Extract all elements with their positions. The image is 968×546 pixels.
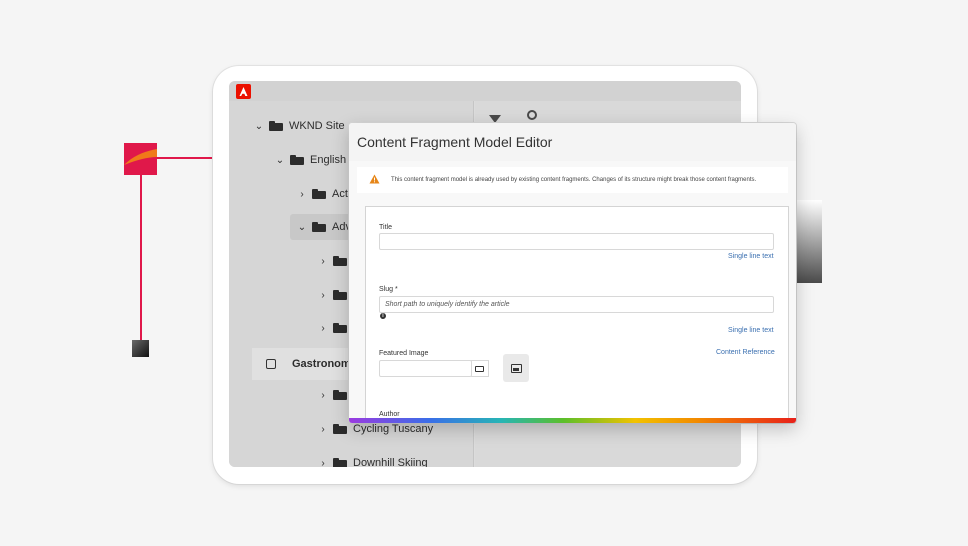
chevron-down-icon[interactable]: ⌄ [296,222,308,233]
chevron-right-icon[interactable]: › [317,256,329,267]
slug-input[interactable]: Short path to uniquely identify the arti… [379,296,774,313]
tree-item-label: Downhill Skiing [353,457,428,467]
tree-item-label: Cycling Tuscany [353,423,434,435]
folder-icon [312,189,326,199]
featured-image-label: Featured Image [379,350,429,357]
folder-icon [290,155,304,165]
info-icon[interactable]: i [380,313,386,319]
tree-item[interactable]: › [317,282,353,308]
title-field-type[interactable]: Single line text [728,253,774,260]
top-bar [229,81,741,101]
black-accent-square [132,340,149,357]
folder-icon [333,424,347,434]
tree-item-wknd-site[interactable]: ⌄ WKND Site [253,113,345,139]
tree-item-activities[interactable]: › Acti [296,181,350,207]
content-fragment-model-editor: Content Fragment Model Editor This conte… [349,123,796,423]
search-icon[interactable] [527,110,537,120]
slug-field-label: Slug * [379,286,398,293]
featured-image-input[interactable] [379,360,472,377]
tree-item-downhill-skiing[interactable]: › Downhill Skiing [317,450,428,467]
title-input[interactable] [379,233,774,250]
tree-item-label: Acti [332,188,351,200]
folder-icon [333,458,347,467]
warning-banner: This content fragment model is already u… [357,167,788,193]
title-field-label: Title [379,224,392,231]
chevron-down-icon[interactable]: ⌄ [274,155,286,166]
slug-placeholder: Short path to uniquely identify the arti… [385,301,510,308]
rainbow-accent-bar [349,418,796,423]
tree-item[interactable]: › [317,248,353,274]
image-icon [510,363,522,373]
chevron-right-icon[interactable]: › [317,458,329,468]
tree-item[interactable]: › [317,315,353,341]
connector-line-horizontal [157,157,212,159]
chevron-down-icon[interactable]: ⌄ [253,121,265,132]
folder-icon [312,222,326,232]
folder-icon [475,365,484,372]
adobe-logo-icon[interactable] [236,84,251,99]
chevron-right-icon[interactable]: › [296,189,308,200]
connector-line-vertical [140,175,142,340]
image-picker-button[interactable] [503,354,529,382]
row-checkbox[interactable] [266,359,276,369]
chevron-right-icon[interactable]: › [317,424,329,435]
tree-item-label: English [310,154,347,166]
tree-item-english[interactable]: ⌄ English [274,147,346,173]
gradient-accent-block [796,200,822,283]
author-field-label: Author [379,411,400,418]
tree-item-label: WKND Site [289,120,345,132]
folder-icon [333,323,347,333]
folder-icon [269,121,283,131]
folder-icon [333,390,347,400]
folder-icon [333,256,347,266]
red-accent-square [124,143,157,175]
modal-title: Content Fragment Model Editor [349,123,796,161]
slug-field-type[interactable]: Single line text [728,327,774,334]
chevron-right-icon[interactable]: › [317,323,329,334]
browse-folder-button[interactable] [471,360,489,377]
chevron-right-icon[interactable]: › [317,290,329,301]
model-form: Title Single line text Slug * Short path… [365,206,789,423]
featured-image-field-type[interactable]: Content Reference [716,349,775,356]
tree-item[interactable]: › [317,382,353,408]
chevron-right-icon[interactable]: › [317,390,329,401]
warning-icon [369,174,381,186]
folder-icon [333,290,347,300]
filter-icon[interactable] [489,115,501,123]
warning-text: This content fragment model is already u… [391,177,757,183]
